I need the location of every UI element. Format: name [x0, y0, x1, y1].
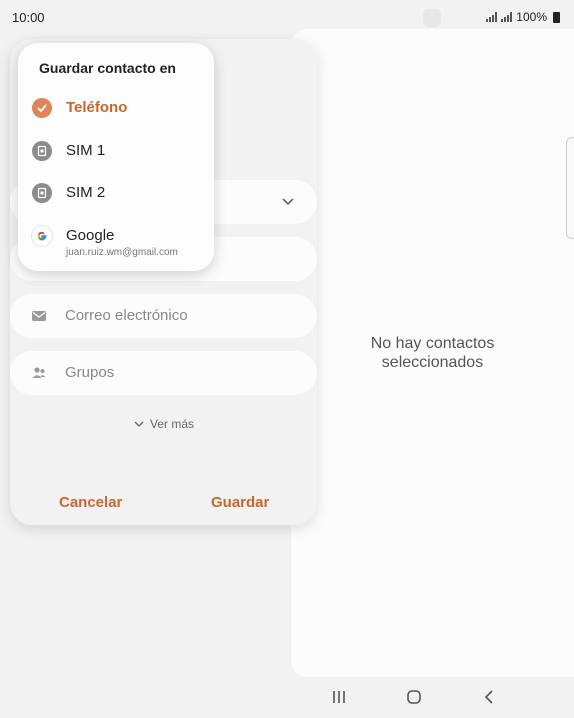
sim-card-icon [32, 141, 52, 161]
chevron-down-icon[interactable] [281, 194, 295, 208]
option-sim2[interactable]: SIM 2 [18, 172, 214, 212]
option-phone[interactable]: Teléfono [18, 87, 214, 127]
option-label: Google [66, 227, 115, 244]
status-indicators: 100% [486, 10, 560, 24]
view-more-button[interactable]: Ver más [10, 417, 317, 431]
save-location-popup: Guardar contacto en Teléfono SIM 1 SIM 2… [18, 43, 214, 271]
email-field[interactable]: Correo electrónico [10, 294, 317, 338]
email-icon [32, 311, 46, 321]
recent-apps-icon[interactable] [329, 688, 349, 706]
chevron-down-icon [134, 421, 144, 427]
google-icon [32, 226, 52, 246]
signal-icon [501, 12, 513, 22]
back-icon[interactable] [480, 688, 500, 706]
save-button[interactable]: Guardar [211, 494, 269, 511]
navigation-bar [291, 678, 574, 718]
selected-contacts-panel: No hay contactos seleccionados [291, 29, 574, 677]
option-label: SIM 2 [66, 184, 106, 201]
battery-icon [553, 11, 560, 23]
signal-icon [486, 12, 498, 22]
empty-selection-text: No hay contactos seleccionados [370, 335, 495, 371]
option-account-email: juan.ruiz.wm@gmail.com [66, 247, 178, 258]
sim-card-icon [32, 183, 52, 203]
option-label: Teléfono [66, 99, 128, 116]
option-google[interactable]: Google juan.ruiz.wm@gmail.com [18, 215, 214, 265]
option-sim1[interactable]: SIM 1 [18, 130, 214, 170]
status-time: 10:00 [12, 10, 45, 25]
popup-title: Guardar contacto en [39, 60, 176, 76]
cancel-button[interactable]: Cancelar [59, 494, 122, 511]
checkmark-circle-icon [32, 98, 52, 118]
front-camera [423, 9, 441, 27]
option-label: SIM 1 [66, 142, 106, 159]
groups-icon [32, 367, 46, 378]
view-more-label: Ver más [149, 417, 194, 431]
groups-placeholder: Grupos [65, 364, 115, 381]
groups-field[interactable]: Grupos [10, 351, 317, 395]
email-placeholder: Correo electrónico [65, 307, 188, 324]
panel-handle[interactable] [566, 137, 574, 239]
home-icon[interactable] [404, 688, 424, 706]
battery-percentage: 100% [516, 10, 547, 24]
